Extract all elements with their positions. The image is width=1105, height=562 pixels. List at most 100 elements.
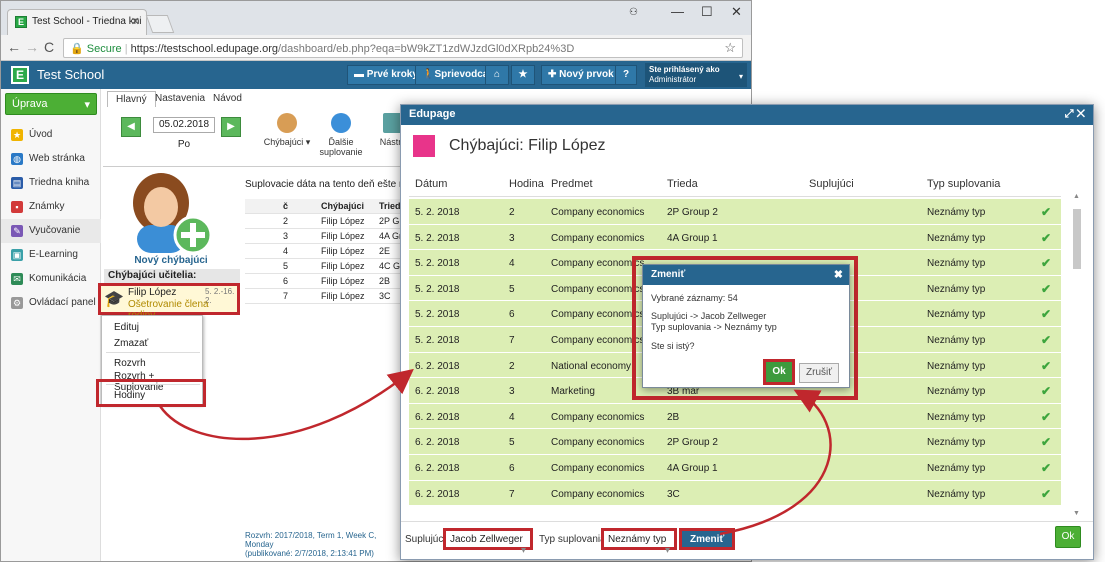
prev-day-button[interactable]: ◀ <box>121 117 141 137</box>
table-row[interactable]: 3 Filip López 4A Gr <box>245 229 405 244</box>
col-class[interactable]: Trieda <box>667 178 698 190</box>
login-label: Ste prihlásený ako <box>649 65 720 74</box>
user-role: Administrátor <box>649 75 697 84</box>
substitution-table: č Chýbajúci Trieda 2 Filip López 2P Gr 3 Fi… <box>245 199 406 304</box>
edupage-logo-icon[interactable]: E <box>11 66 29 84</box>
col-subject[interactable]: Predmet <box>551 178 593 190</box>
confirm-cancel-button[interactable]: Zrušiť <box>799 363 839 383</box>
new-tab-button[interactable] <box>145 15 175 33</box>
first-steps-button[interactable]: ▬ Prvé kroky <box>347 65 425 85</box>
help-button[interactable]: ? <box>615 65 637 85</box>
absent-tool-button[interactable]: Chýbajúci ▾ <box>259 113 315 147</box>
guide-button[interactable]: 🚶Sprievodca <box>415 65 496 85</box>
grid-row[interactable]: 6. 2. 2018 5 Company economics 2P Group 2 Ne… <box>409 429 1061 455</box>
grid-cell: Neznámy typ <box>927 360 986 372</box>
menu-item-delete[interactable]: Zmazať <box>114 338 148 349</box>
favorites-button[interactable]: ★ <box>511 65 535 85</box>
date-input[interactable]: 05.02.2018 <box>153 117 215 133</box>
table-row[interactable]: 7 Filip López 3C <box>245 289 405 304</box>
grid-cell: Neznámy typ <box>927 437 986 449</box>
next-day-button[interactable]: ▶ <box>221 117 241 137</box>
plus-icon: ✚ <box>548 69 560 80</box>
url-input[interactable]: 🔒 Secure | https://testschool.edupage.or… <box>63 38 743 58</box>
globe-icon: ◍ <box>11 153 23 165</box>
close-tab-icon[interactable]: ✕ <box>131 15 140 28</box>
home-button[interactable]: ⌂ <box>485 65 509 85</box>
close-icon[interactable]: ✖ <box>834 268 843 281</box>
check-icon: ✔ <box>1041 307 1052 322</box>
col-lesson[interactable]: Hodina <box>509 178 544 190</box>
grid-cell: Marketing <box>551 386 595 398</box>
forward-icon[interactable]: → <box>25 39 39 55</box>
sidebar-item-class-book[interactable]: ▤ Triedna kniha <box>1 171 101 195</box>
grid-cell: Company economics <box>551 258 645 270</box>
user-profile-icon[interactable]: ⚇ <box>629 7 638 18</box>
menu-item-timetable[interactable]: Rozvrh <box>114 358 146 369</box>
grid-cell: 6. 2. 2018 <box>415 386 460 398</box>
grid-row[interactable]: 5. 2. 2018 3 Company economics 4A Group 1 Ne… <box>409 224 1061 251</box>
menu-item-edit[interactable]: Edituj <box>114 322 139 333</box>
sidebar-item-grades[interactable]: ▪ Známky <box>1 195 101 219</box>
grid-cell: Company economics <box>551 488 645 500</box>
new-item-button[interactable]: ✚ Nový prvok <box>541 65 621 85</box>
check-icon: ✔ <box>1041 486 1052 501</box>
substitute-select[interactable]: Jacob Zellweger ▾ <box>443 528 533 556</box>
col-type[interactable]: Typ suplovania <box>927 178 1000 190</box>
grid-row[interactable]: 6. 2. 2018 6 Company economics 4A Group 1 Ne… <box>409 454 1061 481</box>
more-substitution-button[interactable]: Ďalšie suplovanie <box>313 113 369 157</box>
star-icon: ★ <box>11 129 23 141</box>
close-window-icon[interactable]: ✕ <box>731 4 742 20</box>
minimize-icon[interactable]: — <box>671 4 684 19</box>
sidebar-item-elearning[interactable]: ▣ E-Learning <box>1 243 101 267</box>
col-date[interactable]: Dátum <box>415 178 447 190</box>
absent-teacher-row[interactable]: 🎓 Filip López 5. 2.-16. 2. Ošetrovanie č… <box>98 283 240 321</box>
table-row[interactable]: 4 Filip López 2E <box>245 244 405 259</box>
table-row[interactable]: 5 Filip López 4C Gr <box>245 259 405 274</box>
sidebar-item-control-panel[interactable]: ⚙ Ovládací panel <box>1 291 101 315</box>
grid-cell: Company economics <box>551 207 645 218</box>
sidebar-item-communication[interactable]: ✉ Komunikácia <box>1 267 101 291</box>
dialog-ok-button[interactable]: Ok <box>1055 526 1081 548</box>
grid-row[interactable]: 5. 2. 2018 2 Company economics 2P Group 2 Ne… <box>409 199 1061 225</box>
type-select[interactable]: Neznámy typ ▾ <box>601 528 677 556</box>
tab-guide[interactable]: Návod <box>205 91 250 107</box>
sidebar-item-website[interactable]: ◍ Web stránka <box>1 147 101 171</box>
bookmark-star-icon[interactable]: ☆ <box>724 40 736 56</box>
sidebar-item-teaching[interactable]: ✎ Vyučovanie <box>1 219 101 243</box>
edit-menu-button[interactable]: Úprava ▾ <box>5 93 97 115</box>
chevron-down-icon: ▾ <box>738 72 743 81</box>
table-row[interactable]: 6 Filip López 2B <box>245 274 405 289</box>
expand-icon[interactable]: ⤢ <box>1065 108 1074 120</box>
back-icon[interactable]: ← <box>7 39 21 55</box>
grid-cell: 6. 2. 2018 <box>415 437 460 449</box>
dialog-controls[interactable]: ⤢ ✕ <box>1065 108 1085 121</box>
confirm-titlebar: Zmeniť ✖ <box>643 265 849 285</box>
confirm-ok-button[interactable]: Ok <box>763 359 795 385</box>
grid-cell: 3 <box>509 232 515 244</box>
reload-icon[interactable]: C <box>44 39 54 55</box>
grid-cell: 5. 2. 2018 <box>415 309 460 321</box>
app-header: E Test School ▬ Prvé kroky 🚶Sprievodca ⌂… <box>1 61 751 89</box>
grid-row[interactable]: 6. 2. 2018 4 Company economics 2B Neznámy ty… <box>409 403 1061 430</box>
star-icon: ★ <box>518 69 528 80</box>
screen-icon: ▬ <box>354 69 367 80</box>
grid-cell: Company economics <box>551 462 645 474</box>
close-icon[interactable]: ✕ <box>1077 108 1085 120</box>
table-row[interactable]: 2 Filip López 2P Gr <box>245 214 405 229</box>
user-menu[interactable]: Ste prihlásený ako Administrátor ▾ <box>645 63 747 87</box>
browser-tab[interactable]: E Test School - Triedna kni ✕ <box>7 9 147 35</box>
grid-scrollbar[interactable]: ▲ ▼ <box>1071 193 1083 517</box>
grid-row[interactable]: 6. 2. 2018 7 Company economics 3C Neznámy ty… <box>409 480 1061 507</box>
tab-settings[interactable]: Nastavenia <box>147 91 213 107</box>
new-absent-label[interactable]: Nový chýbajúci <box>111 255 231 266</box>
grid-cell: 6. 2. 2018 <box>415 462 460 474</box>
change-button[interactable]: Zmeniť <box>679 528 736 550</box>
grid-cell: Neznámy typ <box>927 334 986 346</box>
new-absent-avatar[interactable] <box>123 169 215 255</box>
grid-cell: 2P Group 2 <box>667 207 718 218</box>
maximize-icon[interactable]: ☐ <box>701 4 713 20</box>
col-substitute[interactable]: Suplujúci <box>809 178 854 190</box>
url-host: https://testschool.edupage.org <box>130 43 278 55</box>
sidebar-item-home[interactable]: ★ Úvod <box>1 123 101 147</box>
check-icon: ✔ <box>1041 409 1052 424</box>
